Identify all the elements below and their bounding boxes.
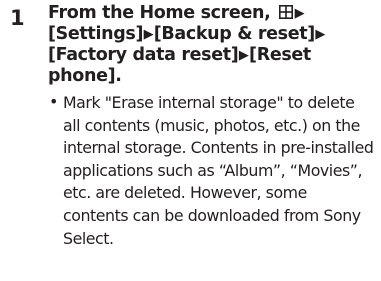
apps-grid-icon [279, 5, 294, 19]
arrow-icon: ▶ [294, 6, 305, 21]
menu-path-settings: [Settings] [48, 24, 144, 44]
arrow-icon: ▶ [238, 48, 249, 63]
arrow-icon: ▶ [315, 27, 326, 42]
menu-path-backup-reset: [Backup & reset] [153, 24, 315, 44]
instruction-step: 1 From the Home screen, ▶ [Settings]▶[Ba… [0, 0, 381, 281]
step-heading: From the Home screen, ▶ [Settings]▶[Back… [48, 3, 373, 87]
step-note: • Mark "Erase internal storage" to delet… [49, 92, 375, 250]
heading-intro-text: From the Home screen, [48, 3, 271, 23]
bullet-icon: • [49, 92, 58, 111]
step-note-text: Mark "Erase internal storage" to delete … [63, 93, 374, 248]
step-number: 1 [10, 6, 25, 30]
menu-path-factory-data-reset: [Factory data reset] [48, 45, 239, 65]
arrow-icon: ▶ [143, 27, 154, 42]
